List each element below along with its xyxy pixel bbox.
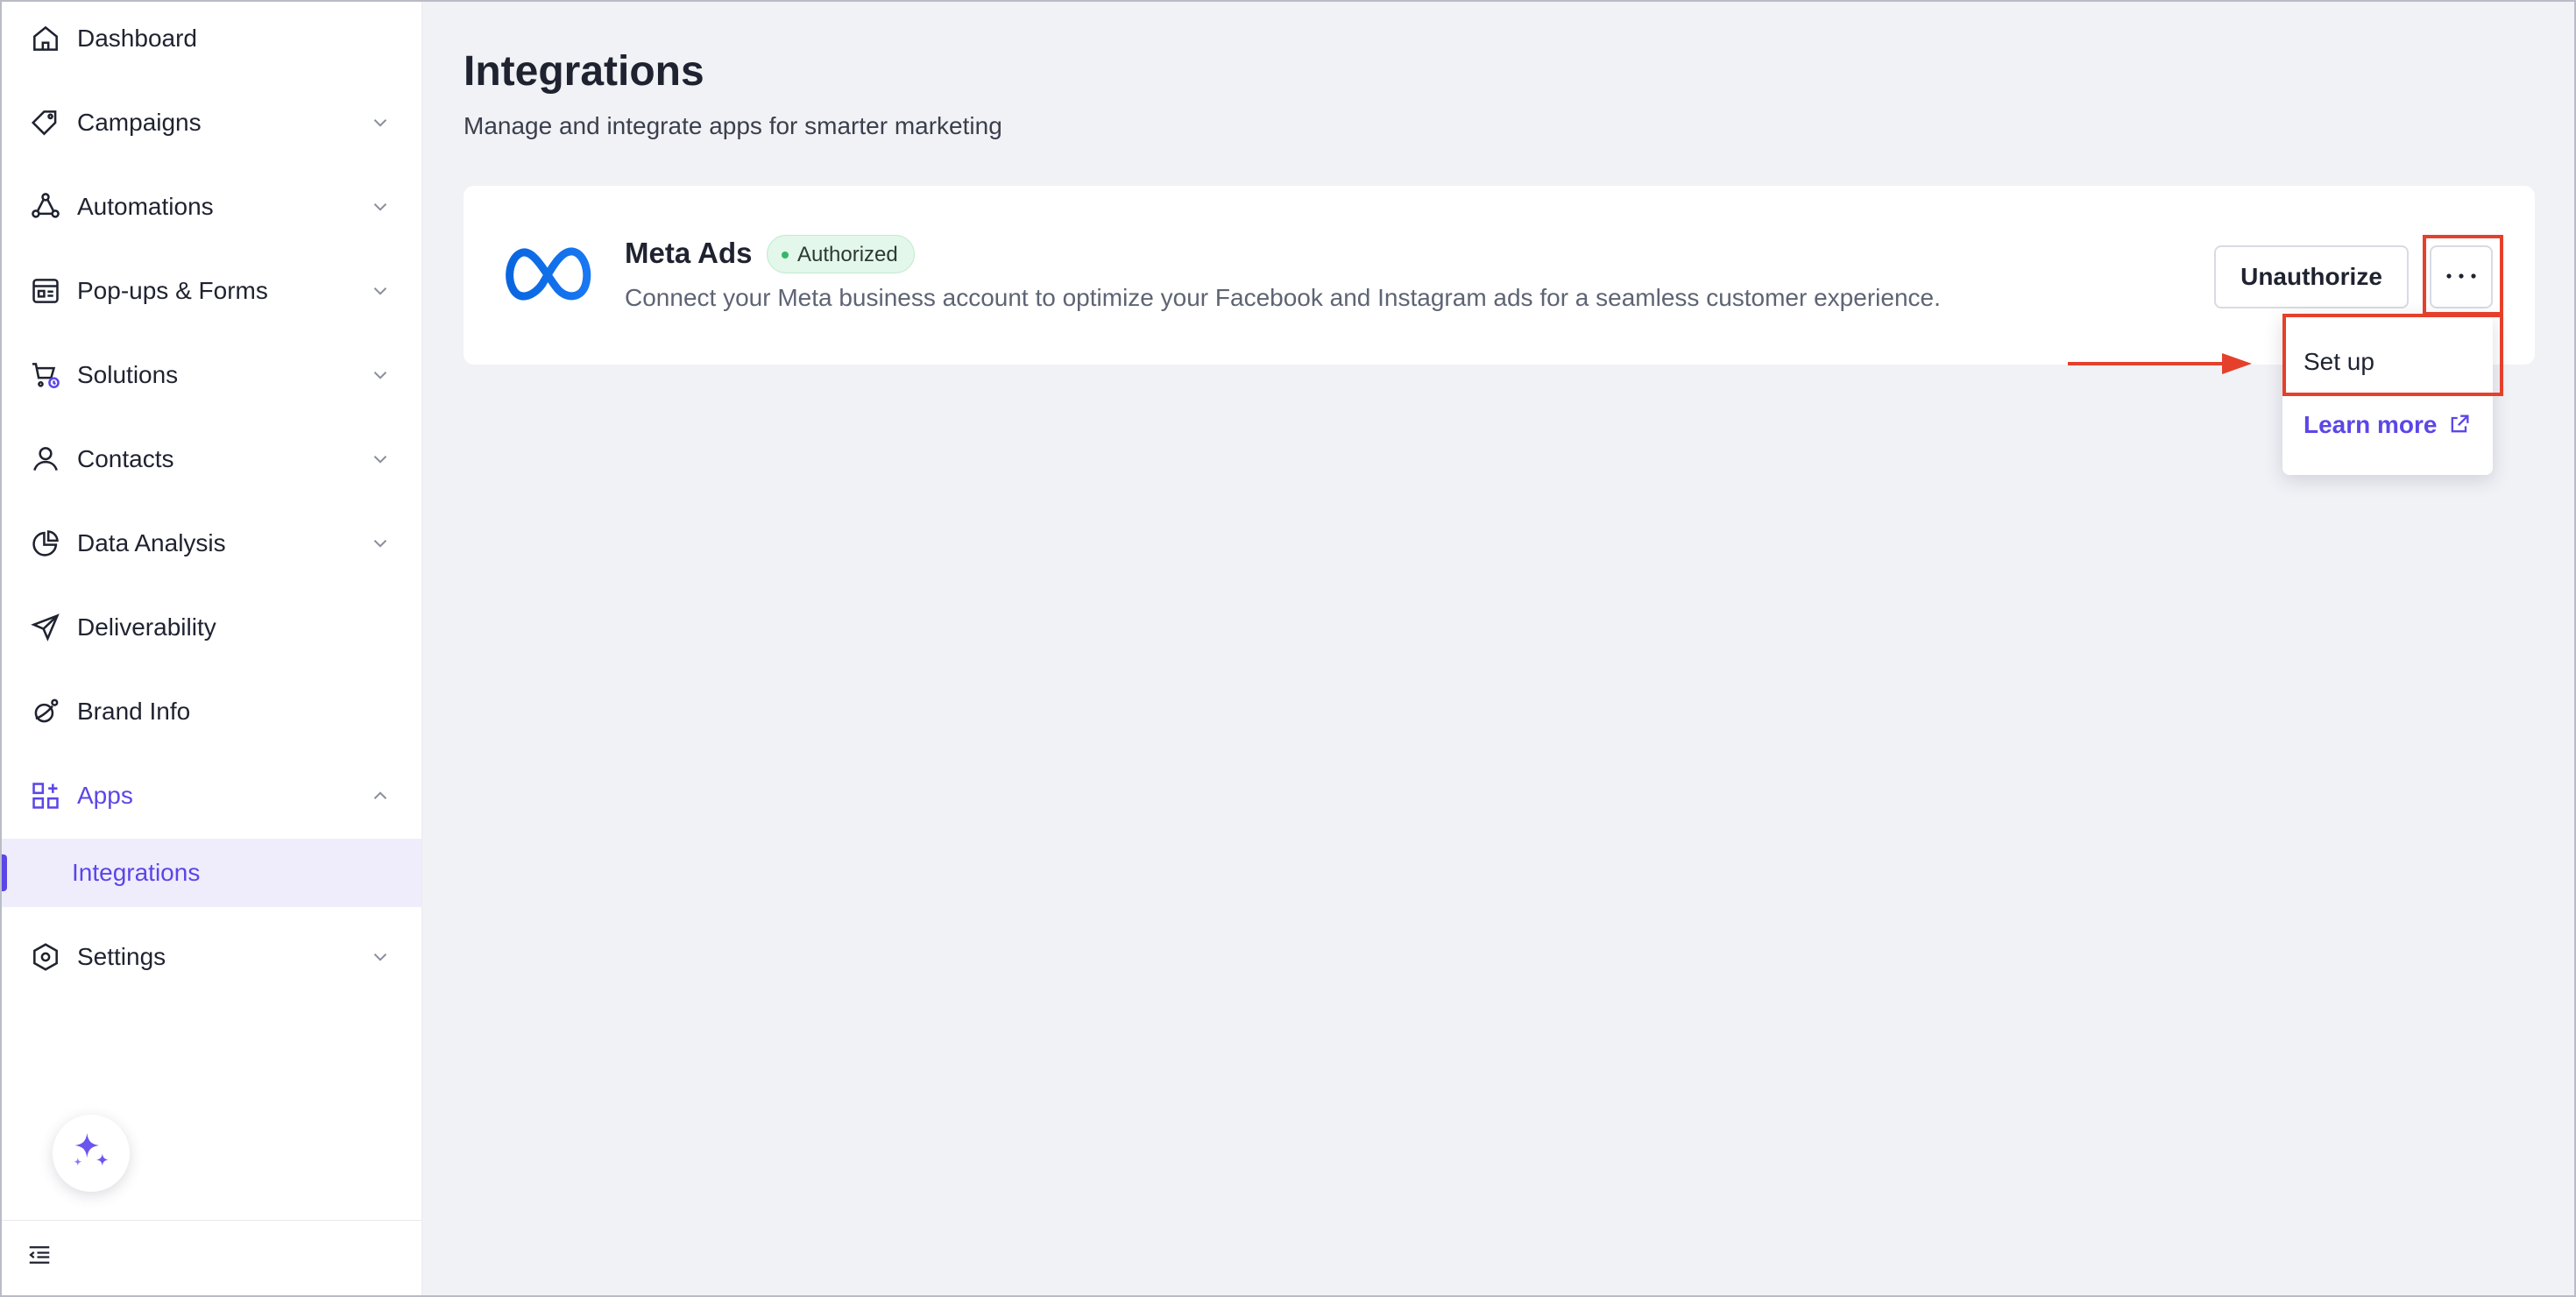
sidebar-item-label: Pop-ups & Forms: [77, 277, 268, 304]
sidebar-item-popups-forms[interactable]: Pop-ups & Forms: [2, 249, 421, 333]
sidebar-item-label: Data Analysis: [77, 529, 226, 556]
sidebar-item-label: Contacts: [77, 445, 174, 472]
sidebar-subitem-integrations[interactable]: Integrations: [2, 839, 421, 907]
sparkle-icon: [67, 1127, 116, 1180]
sidebar-item-campaigns[interactable]: Campaigns: [2, 81, 421, 165]
sidebar-item-label: Solutions: [77, 361, 179, 388]
highlight-box-setup: [2282, 314, 2503, 396]
settings-hex-icon: [28, 939, 63, 975]
annotation-arrow-icon: [2068, 351, 2254, 377]
sidebar-item-apps[interactable]: Apps: [2, 754, 421, 838]
sidebar-item-contacts[interactable]: Contacts: [2, 417, 421, 501]
send-icon: [28, 610, 63, 645]
integration-name: Meta Ads: [625, 237, 753, 269]
active-indicator: [2, 854, 7, 891]
chevron-down-icon: [369, 946, 392, 968]
status-badge: Authorized: [767, 235, 915, 273]
form-icon: [28, 273, 63, 308]
sidebar-item-label: Brand Info: [77, 698, 191, 725]
sidebar-item-data-analysis[interactable]: Data Analysis: [2, 501, 421, 585]
sidebar-item-solutions[interactable]: Solutions: [2, 333, 421, 417]
ai-assistant-button[interactable]: [53, 1115, 130, 1192]
menu-item-label: Learn more: [2304, 411, 2438, 438]
chevron-down-icon: [369, 364, 392, 386]
cart-icon: [28, 358, 63, 393]
sidebar-item-settings[interactable]: Settings: [2, 915, 421, 999]
chevron-up-icon: [369, 784, 392, 807]
integration-description: Connect your Meta business account to op…: [625, 284, 1941, 311]
chevron-down-icon: [369, 111, 392, 134]
sidebar-item-label: Campaigns: [77, 109, 202, 136]
pie-chart-icon: [28, 526, 63, 561]
unauthorize-button[interactable]: Unauthorize: [2214, 245, 2409, 308]
sidebar-item-dashboard[interactable]: Dashboard: [2, 2, 421, 81]
highlight-box-more-button: [2423, 235, 2503, 315]
chevron-down-icon: [369, 195, 392, 218]
sidebar-item-deliverability[interactable]: Deliverability: [2, 585, 421, 670]
sidebar-item-label: Apps: [77, 782, 133, 809]
sidebar-footer: [2, 1220, 421, 1295]
sidebar-subitem-label: Integrations: [72, 859, 201, 886]
sidebar-item-label: Automations: [77, 193, 214, 220]
apps-grid-icon: [28, 778, 63, 813]
collapse-sidebar-icon[interactable]: [26, 1242, 58, 1273]
sidebar: Dashboard Campaigns Automations Pop-ups …: [2, 2, 422, 1295]
user-icon: [28, 442, 63, 477]
sidebar-item-automations[interactable]: Automations: [2, 165, 421, 249]
brand-icon: [28, 694, 63, 729]
integration-card-meta-ads: Meta Ads Authorized Connect your Meta bu…: [464, 186, 2535, 365]
app-window: Dashboard Campaigns Automations Pop-ups …: [0, 0, 2576, 1297]
status-dot: [782, 252, 789, 259]
tag-icon: [28, 105, 63, 140]
sidebar-item-brand-info[interactable]: Brand Info: [2, 670, 421, 754]
page-subtitle: Manage and integrate apps for smarter ma…: [464, 112, 1002, 139]
chevron-down-icon: [369, 280, 392, 302]
automation-icon: [28, 189, 63, 224]
sidebar-item-label: Deliverability: [77, 613, 216, 641]
home-icon: [28, 21, 63, 56]
chevron-down-icon: [369, 532, 392, 555]
menu-item-learn-more[interactable]: Learn more: [2282, 394, 2493, 456]
sidebar-item-label: Settings: [77, 943, 166, 970]
external-link-icon: [2447, 412, 2473, 438]
sidebar-item-label: Dashboard: [77, 25, 197, 52]
status-badge-label: Authorized: [797, 243, 898, 266]
meta-logo-icon: [504, 240, 595, 307]
page-title: Integrations: [464, 48, 704, 95]
chevron-down-icon: [369, 448, 392, 471]
